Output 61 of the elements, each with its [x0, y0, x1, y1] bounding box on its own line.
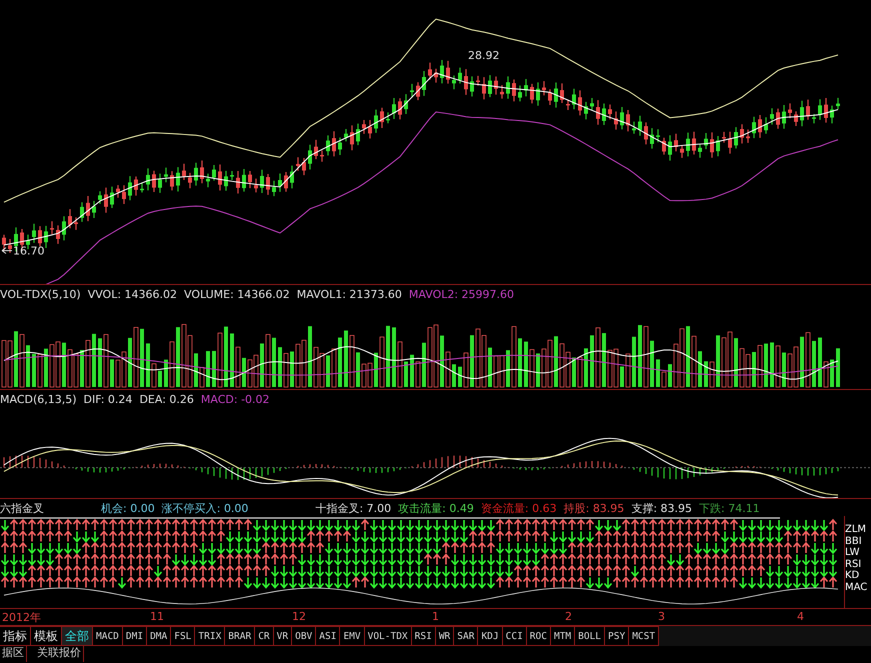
- indicator-tab[interactable]: CR: [255, 626, 274, 646]
- indicator-tab[interactable]: DMI: [122, 626, 148, 646]
- indicator-tab[interactable]: OBV: [292, 626, 316, 646]
- indicator-reading: DEA: 0.26: [139, 392, 194, 406]
- indicator-tab[interactable]: BOLL: [575, 626, 606, 646]
- indicator-tab[interactable]: BRAR: [225, 626, 256, 646]
- time-axis-label: 1: [432, 610, 439, 623]
- bottom-tab[interactable]: 关联报价: [35, 646, 84, 662]
- indicator-tab[interactable]: VR: [274, 626, 292, 646]
- indicator-reading: VOLUME: 14366.02: [184, 288, 290, 300]
- indicator-tab[interactable]: DMA: [147, 626, 172, 646]
- indicator-reading: MAVOL1: 21373.60: [296, 288, 402, 300]
- bottom-tab[interactable]: 据区: [0, 646, 27, 662]
- indicator-tab[interactable]: MACD: [93, 626, 123, 646]
- indicator-tab[interactable]: 全部: [62, 626, 93, 646]
- indicator-title: 六指金叉: [0, 500, 44, 516]
- indicator-reading: MAVOL2: 25997.60: [408, 288, 514, 300]
- time-axis-label: 3: [658, 610, 665, 623]
- indicator-tab[interactable]: EMV: [340, 626, 365, 646]
- indicator-reading: 机会: 0.00: [101, 500, 155, 516]
- indicator-tab[interactable]: 指标: [0, 626, 31, 646]
- indicator-tab[interactable]: SAR: [454, 626, 478, 646]
- time-axis-label: 2: [565, 610, 572, 623]
- indicator-tab[interactable]: VOL-TDX: [364, 626, 412, 646]
- indicator-tab[interactable]: ASI: [316, 626, 340, 646]
- indicator-row-label: ZLM: [845, 524, 868, 536]
- time-axis-label: 12: [292, 610, 306, 623]
- indicator-tab[interactable]: 模板: [31, 626, 62, 646]
- indicator-row-label: KD: [845, 570, 860, 582]
- indicator-row-label: LW: [845, 547, 861, 558]
- indicator-reading: 十指金叉: 7.00: [315, 500, 392, 516]
- indicator-reading: 持股: 83.95: [564, 500, 624, 516]
- indicator-reading: VOL-TDX(5,10): [0, 288, 81, 300]
- indicator-row-label: RSI: [845, 558, 862, 570]
- indicator-tab[interactable]: ROC: [526, 626, 551, 646]
- indicator-tab[interactable]: WR: [436, 626, 454, 646]
- indicator-reading: MACD: -0.02: [200, 392, 270, 406]
- indicator-tab[interactable]: MCST: [629, 626, 660, 646]
- indicator-tab[interactable]: FSL: [171, 626, 196, 646]
- left-arrow-icon: [2, 247, 12, 254]
- indicator-reading: 涨不停买入: 0.00: [162, 500, 248, 516]
- indicator-reading: 下跌: 74.11: [699, 500, 760, 516]
- time-axis-label: 2012年: [2, 610, 41, 625]
- indicator-reading: 支撑: 83.95: [631, 500, 692, 516]
- indicator-reading: 资金流量: 0.63: [480, 500, 557, 516]
- indicator-row-label: MAC: [845, 582, 868, 593]
- indicator-reading: 攻击流量: 0.49: [398, 500, 474, 516]
- indicator-tab[interactable]: PSY: [605, 626, 630, 646]
- indicator-tab[interactable]: MTM: [550, 626, 576, 646]
- indicator-tab[interactable]: KDJ: [478, 626, 503, 646]
- time-axis-label: 4: [797, 610, 804, 623]
- indicator-row-label: BBI: [845, 536, 863, 547]
- time-axis-label: 11: [150, 610, 164, 623]
- low-price-label: 16.70: [13, 244, 44, 258]
- high-price-label: 28.92: [468, 49, 500, 62]
- indicator-tab[interactable]: TRIX: [195, 626, 226, 646]
- indicator-reading: DIF: 0.24: [84, 392, 132, 406]
- indicator-reading: VVOL: 14366.02: [88, 288, 178, 300]
- indicator-reading: MACD(6,13,5): [0, 392, 77, 406]
- indicator-tab[interactable]: RSI: [412, 626, 436, 646]
- indicator-tab[interactable]: CCI: [502, 626, 527, 646]
